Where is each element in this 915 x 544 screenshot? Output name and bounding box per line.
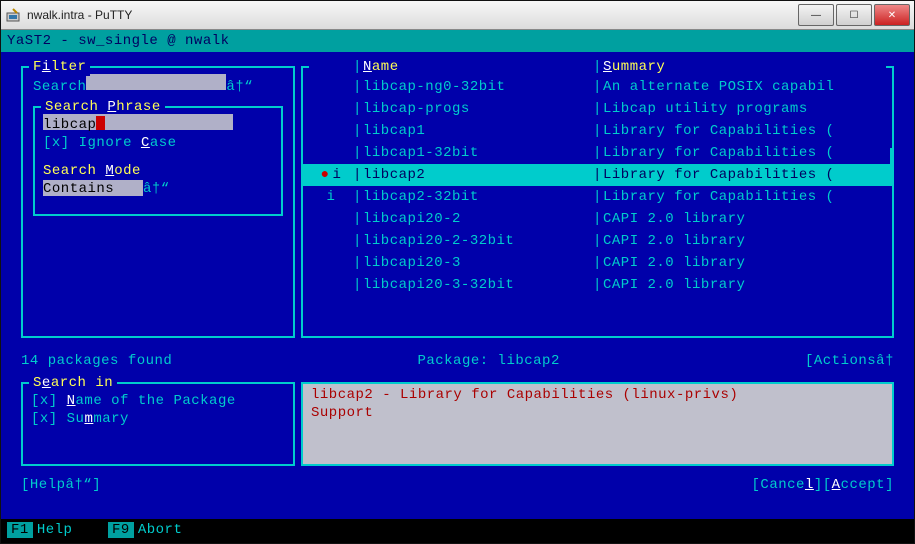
- table-row[interactable]: |libcapi20-3|CAPI 2.0 library: [303, 252, 892, 274]
- table-row[interactable]: |libcap-ng0-32bit|An alternate POSIX cap…: [303, 76, 892, 98]
- summary-col: CAPI 2.0 library: [603, 232, 886, 250]
- summary-col: Library for Capabilities (: [603, 188, 886, 206]
- search-mode-value[interactable]: Contains: [43, 180, 143, 196]
- filter-search-value[interactable]: [86, 74, 226, 90]
- description-panel: libcap2 - Library for Capabilities (linu…: [301, 382, 894, 466]
- search-in-option[interactable]: [x] Summary: [31, 410, 285, 428]
- maximize-button[interactable]: ☐: [836, 4, 872, 26]
- package-table[interactable]: |libcap-ng0-32bit|An alternate POSIX cap…: [303, 68, 892, 296]
- table-row[interactable]: |libcapi20-2-32bit|CAPI 2.0 library: [303, 230, 892, 252]
- text-cursor: [96, 116, 105, 130]
- summary-col: An alternate POSIX capabil: [603, 78, 886, 96]
- search-in-panel: Search in [x] Name of the Package[x] Sum…: [21, 382, 295, 466]
- description-line1: libcap2 - Library for Capabilities (linu…: [311, 386, 884, 404]
- package-footer: 14 packages found Package: libcap2 [Acti…: [21, 352, 894, 370]
- f9-label: Abort: [138, 522, 183, 538]
- function-key-bar: F1Help F9Abort: [1, 519, 914, 543]
- package-list-panel: | Name| Summary |libcap-ng0-32bit|An alt…: [301, 66, 894, 338]
- minimize-button[interactable]: —: [798, 4, 834, 26]
- table-row[interactable]: |libcap1-32bit|Library for Capabilities …: [303, 142, 892, 164]
- filter-title: Filter: [29, 58, 90, 76]
- filter-search-row[interactable]: Search â†“: [33, 74, 283, 96]
- putty-icon: [5, 7, 21, 23]
- summary-col: CAPI 2.0 library: [603, 276, 886, 294]
- terminal: YaST2 - sw_single @ nwalk Filter Search â…: [1, 30, 914, 543]
- table-row[interactable]: |libcap-progs|Libcap utility programs: [303, 98, 892, 120]
- name-col: libcap2-32bit: [363, 188, 593, 206]
- help-button[interactable]: [Helpâ†“]: [21, 476, 101, 494]
- search-phrase-input[interactable]: libcap: [43, 114, 233, 130]
- filter-dropdown-icon[interactable]: â†“: [226, 79, 253, 95]
- name-col: libcap2: [363, 166, 593, 184]
- name-col: libcap-ng0-32bit: [363, 78, 593, 96]
- titlebar: nwalk.intra - PuTTY — ☐ ✕: [1, 1, 914, 30]
- f1-label: Help: [37, 522, 73, 538]
- status-col: i: [309, 188, 353, 206]
- search-mode-row[interactable]: Containsâ†“: [43, 180, 273, 198]
- window-buttons: — ☐ ✕: [798, 4, 910, 26]
- search-in-option[interactable]: [x] Name of the Package: [31, 392, 285, 410]
- summary-col: Library for Capabilities (: [603, 166, 886, 184]
- package-header: | Name| Summary: [309, 58, 886, 76]
- package-current: Package: libcap2: [417, 352, 559, 370]
- package-count: 14 packages found: [21, 352, 172, 370]
- table-row[interactable]: ● i|libcap2|Library for Capabilities (: [303, 164, 892, 186]
- window-title: nwalk.intra - PuTTY: [27, 8, 798, 22]
- description-line2: Support: [311, 404, 884, 422]
- accept-button[interactable]: [Accept]: [823, 477, 894, 493]
- name-col: libcapi20-3-32bit: [363, 276, 593, 294]
- yast-header: YaST2 - sw_single @ nwalk: [1, 30, 914, 54]
- filter-panel: Filter Searchâ†“ Search Phrase libcap: [21, 66, 295, 338]
- close-button[interactable]: ✕: [874, 4, 910, 26]
- name-col: libcap1-32bit: [363, 144, 593, 162]
- f1-key[interactable]: F1: [7, 522, 33, 538]
- table-row[interactable]: |libcap1|Library for Capabilities (: [303, 120, 892, 142]
- status-col: ● i: [309, 166, 353, 184]
- scrollbar-thumb[interactable]: [890, 148, 894, 178]
- bottom-buttons: [Helpâ†“] [Cancel][Accept]: [21, 476, 894, 494]
- actions-button[interactable]: [Actionsâ†: [805, 352, 894, 370]
- summary-col: Libcap utility programs: [603, 100, 886, 118]
- search-mode-dropdown-icon[interactable]: â†“: [143, 181, 170, 197]
- filter-search-label: Search: [33, 79, 86, 95]
- summary-col: Library for Capabilities (: [603, 122, 886, 140]
- summary-col: CAPI 2.0 library: [603, 210, 886, 228]
- name-col: libcapi20-2-32bit: [363, 232, 593, 250]
- summary-col: Library for Capabilities (: [603, 144, 886, 162]
- search-phrase-box: Search Phrase libcap [x] Ignore Case Sea…: [33, 106, 283, 216]
- table-row[interactable]: i|libcap2-32bit|Library for Capabilities…: [303, 186, 892, 208]
- table-row[interactable]: |libcapi20-3-32bit|CAPI 2.0 library: [303, 274, 892, 296]
- name-col: libcap-progs: [363, 100, 593, 118]
- search-phrase-input-row[interactable]: libcap: [43, 114, 273, 134]
- summary-col: CAPI 2.0 library: [603, 254, 886, 272]
- f9-key[interactable]: F9: [108, 522, 134, 538]
- name-col: libcapi20-3: [363, 254, 593, 272]
- search-in-title: Search in: [29, 374, 117, 392]
- name-col: libcap1: [363, 122, 593, 140]
- table-row[interactable]: |libcapi20-2|CAPI 2.0 library: [303, 208, 892, 230]
- search-mode-label: Search Mode: [43, 162, 273, 180]
- app-window: nwalk.intra - PuTTY — ☐ ✕ YaST2 - sw_sin…: [0, 0, 915, 544]
- name-col: libcapi20-2: [363, 210, 593, 228]
- cancel-button[interactable]: [Cancel]: [752, 477, 823, 493]
- ignore-case-checkbox[interactable]: [x] Ignore Case: [43, 134, 273, 152]
- tui-body: Filter Searchâ†“ Search Phrase libcap: [1, 52, 914, 521]
